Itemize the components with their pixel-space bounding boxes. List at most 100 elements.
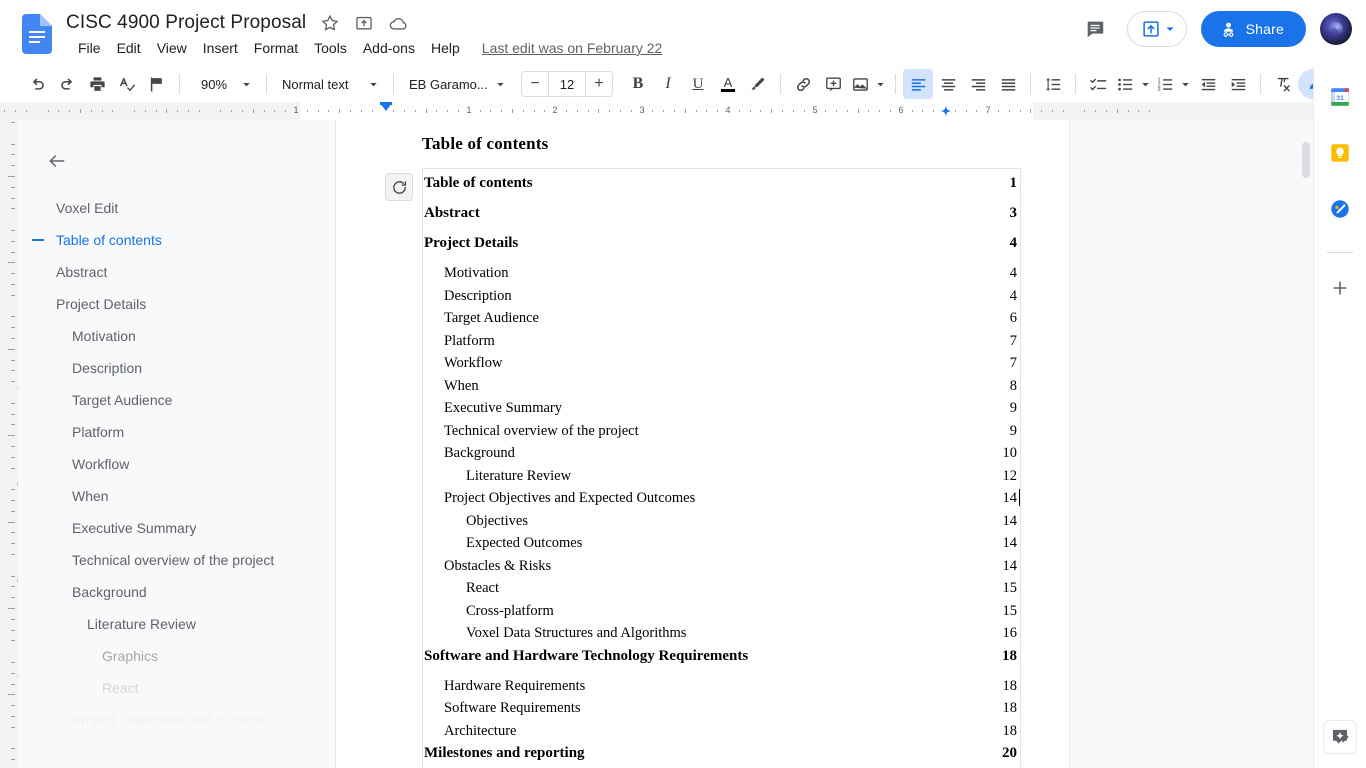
outline-item[interactable]: Technical overview of the project xyxy=(18,544,298,576)
undo-icon[interactable] xyxy=(22,69,52,99)
present-button[interactable] xyxy=(1126,11,1187,47)
menu-insert[interactable]: Insert xyxy=(195,38,246,58)
chevron-right-icon[interactable] xyxy=(1332,724,1358,750)
font-family-dropdown[interactable]: EB Garamo... xyxy=(401,70,513,98)
outline-item[interactable]: Executive Summary xyxy=(18,512,298,544)
outline-item[interactable]: Table of contents xyxy=(18,224,298,256)
toc-entry[interactable]: Background 10 xyxy=(423,445,1020,468)
outline-item[interactable]: React xyxy=(18,672,298,704)
align-justify-icon[interactable] xyxy=(993,69,1023,99)
toc-entry[interactable]: Project Objectives and Expected Outcomes… xyxy=(423,489,1020,513)
underline-button[interactable]: U xyxy=(683,69,713,99)
bulleted-list-dropdown-icon[interactable] xyxy=(1137,69,1153,99)
add-ons-plus-icon[interactable] xyxy=(1323,271,1357,305)
spellcheck-icon[interactable] xyxy=(112,69,142,99)
menu-format[interactable]: Format xyxy=(246,38,306,58)
outline-item[interactable]: Workflow xyxy=(18,448,298,480)
outline-item[interactable]: Background xyxy=(18,576,298,608)
menu-tools[interactable]: Tools xyxy=(306,38,355,58)
menu-view[interactable]: View xyxy=(149,38,195,58)
toc-entry[interactable]: Platform 7 xyxy=(423,333,1020,356)
table-of-contents[interactable]: Table of contents 1 Abstract 3 Project Detai… xyxy=(385,168,1021,768)
toc-entry[interactable]: Software and Hardware Technology Require… xyxy=(423,648,1020,678)
horizontal-ruler[interactable]: 1 1 2 3 4 5 6 7 xyxy=(0,102,1313,120)
outline-item[interactable]: Voxel Edit xyxy=(18,192,298,224)
outline-item[interactable]: Target Audience xyxy=(18,384,298,416)
toc-entry[interactable]: Workflow 7 xyxy=(423,355,1020,378)
insert-link-icon[interactable] xyxy=(788,69,818,99)
outline-item[interactable]: Motivation xyxy=(18,320,298,352)
numbered-list-icon[interactable]: 1 2 3 xyxy=(1153,69,1177,99)
toc-entry[interactable]: Software Requirements 18 xyxy=(423,700,1020,723)
document-page[interactable]: Table of contents Table of contents 1 Abst… xyxy=(335,120,1070,768)
toc-entry[interactable]: Target Audience 6 xyxy=(423,310,1020,333)
decrease-indent-icon[interactable] xyxy=(1193,69,1223,99)
italic-button[interactable]: I xyxy=(653,69,683,99)
toc-entry[interactable]: Architecture 18 xyxy=(423,723,1020,746)
toc-entry[interactable]: Project Details 4 xyxy=(423,235,1020,265)
outline-item[interactable]: Description xyxy=(18,352,298,384)
font-size-input[interactable]: 12 xyxy=(548,72,586,96)
print-icon[interactable] xyxy=(82,69,112,99)
toc-entry[interactable]: Abstract 3 xyxy=(423,205,1020,235)
document-title[interactable]: CISC 4900 Project Proposal xyxy=(66,12,306,34)
clear-formatting-icon[interactable] xyxy=(1268,69,1298,99)
align-left-icon[interactable] xyxy=(903,69,933,99)
align-center-icon[interactable] xyxy=(933,69,963,99)
google-keep-icon[interactable] xyxy=(1323,136,1357,170)
toc-entry[interactable]: Obstacles & Risks 14 xyxy=(423,558,1020,581)
text-color-button[interactable]: A xyxy=(713,69,743,99)
outline-item[interactable]: Graphics xyxy=(18,640,298,672)
checklist-icon[interactable] xyxy=(1083,69,1113,99)
outline-item[interactable]: Project Objectives and Expecte… xyxy=(18,704,298,736)
redo-icon[interactable] xyxy=(52,69,82,99)
back-arrow-icon[interactable] xyxy=(40,144,74,178)
toc-entry[interactable]: Milestones and reporting 20 xyxy=(423,745,1020,768)
google-docs-icon[interactable] xyxy=(22,14,52,54)
toc-entry[interactable]: Description 4 xyxy=(423,288,1020,311)
toc-entry[interactable]: Literature Review 12 xyxy=(423,468,1020,491)
numbered-list-dropdown-icon[interactable] xyxy=(1177,69,1193,99)
toc-entry[interactable]: Voxel Data Structures and Algorithms 16 xyxy=(423,625,1020,648)
cloud-saved-icon[interactable] xyxy=(388,13,408,33)
toc-entry[interactable]: Hardware Requirements 18 xyxy=(423,678,1020,701)
bold-button[interactable]: B xyxy=(623,69,653,99)
decrease-font-size-button[interactable]: − xyxy=(522,72,548,96)
bulleted-list-icon[interactable] xyxy=(1113,69,1137,99)
toc-entry[interactable]: React 15 xyxy=(423,580,1020,603)
outline-item[interactable]: Platform xyxy=(18,416,298,448)
toc-entry[interactable]: Objectives 14 xyxy=(423,513,1020,536)
avatar[interactable] xyxy=(1320,13,1352,45)
align-right-icon[interactable] xyxy=(963,69,993,99)
toc-entry[interactable]: Motivation 4 xyxy=(423,265,1020,288)
outline-item[interactable]: Project Details xyxy=(18,288,298,320)
increase-font-size-button[interactable]: + xyxy=(586,72,612,96)
move-to-folder-icon[interactable] xyxy=(354,13,374,33)
outline-item[interactable]: Abstract xyxy=(18,256,298,288)
paint-format-icon[interactable] xyxy=(142,69,172,99)
menu-help[interactable]: Help xyxy=(423,38,468,58)
paragraph-style-dropdown[interactable]: Normal text xyxy=(274,70,386,98)
outline-item[interactable]: When xyxy=(18,480,298,512)
refresh-toc-icon[interactable] xyxy=(385,173,413,201)
comment-history-icon[interactable] xyxy=(1077,11,1113,47)
menu-file[interactable]: File xyxy=(70,38,109,58)
google-tasks-icon[interactable] xyxy=(1323,192,1357,226)
toc-entry[interactable]: Technical overview of the project 9 xyxy=(423,423,1020,446)
first-line-indent-marker[interactable] xyxy=(380,103,392,111)
google-calendar-icon[interactable]: 31 xyxy=(1323,80,1357,114)
share-button[interactable]: Share xyxy=(1200,11,1306,47)
line-spacing-icon[interactable] xyxy=(1038,69,1068,99)
add-comment-icon[interactable] xyxy=(818,69,848,99)
toc-entry[interactable]: Cross-platform 15 xyxy=(423,603,1020,626)
last-edit-link[interactable]: Last edit was on February 22 xyxy=(482,40,663,56)
menu-add-ons[interactable]: Add-ons xyxy=(355,38,423,58)
outline-item[interactable]: Literature Review xyxy=(18,608,298,640)
toc-entry[interactable]: Expected Outcomes 14 xyxy=(423,535,1020,558)
highlight-pen-icon[interactable] xyxy=(743,69,773,99)
vertical-scrollbar[interactable] xyxy=(1302,142,1310,178)
star-icon[interactable] xyxy=(320,13,340,33)
increase-indent-icon[interactable] xyxy=(1223,69,1253,99)
toc-entry[interactable]: Table of contents 1 xyxy=(423,175,1020,205)
outline-item[interactable]: Objectives xyxy=(18,736,298,768)
